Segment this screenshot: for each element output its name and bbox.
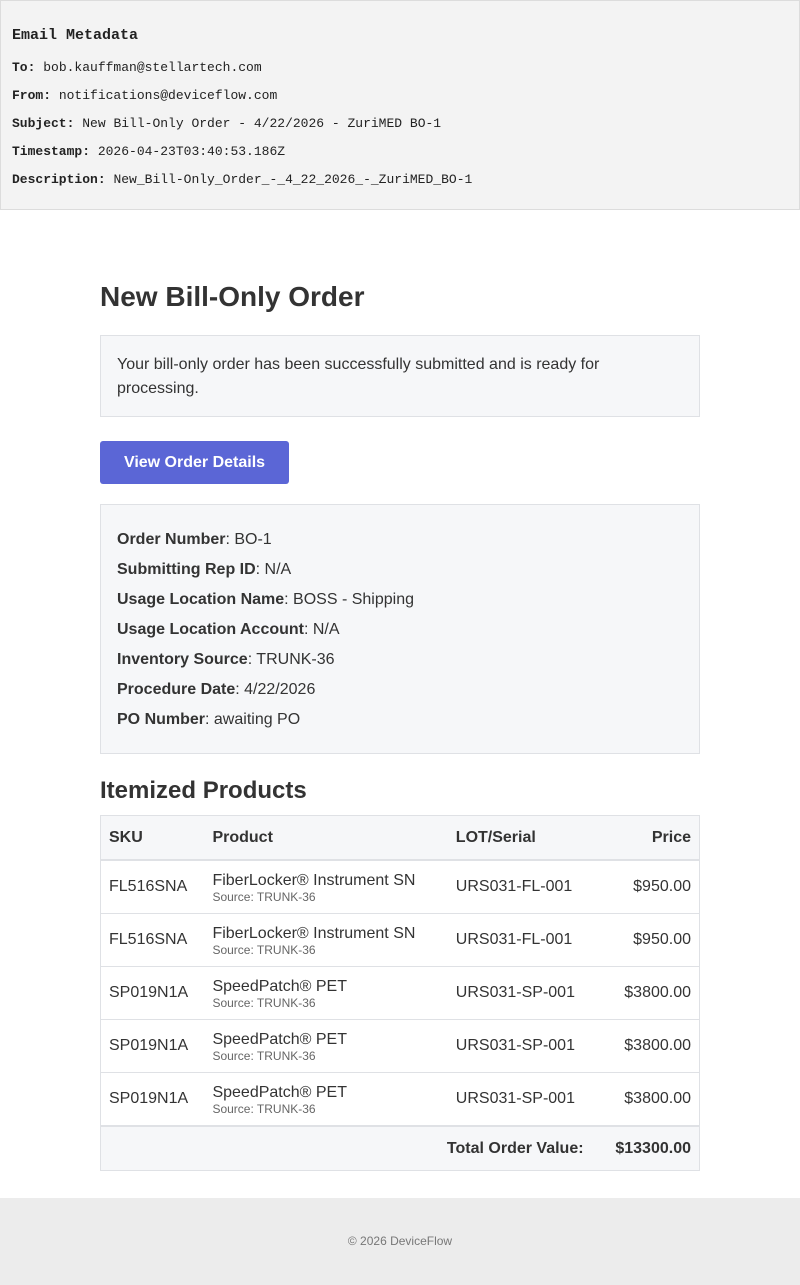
product-name: SpeedPatch® PET (212, 977, 347, 995)
metadata-timestamp: Timestamp: 2026-04-23T03:40:53.186Z (12, 144, 285, 159)
products-table: SKU Product LOT/Serial Price FL516SNA Fi… (99, 815, 700, 1171)
column-header-price: Price (591, 815, 700, 861)
detail-value: : awaiting PO (205, 711, 301, 728)
table-row: FL516SNA FiberLocker® Instrument SN Sourc… (100, 860, 700, 914)
column-header-product: Product (204, 815, 448, 861)
table-row: FL516SNA FiberLocker® Instrument SN Sourc… (100, 913, 700, 967)
metadata-to: To: bob.kauffman@stellartech.com (12, 60, 262, 75)
cell-sku: SP019N1A (100, 966, 205, 1020)
metadata-from-label: From: (12, 88, 52, 103)
detail-usage-location-name: Usage Location Name: BOSS - Shipping (117, 591, 414, 609)
column-header-sku: SKU (100, 815, 205, 861)
footer-copyright: © 2026 DeviceFlow (347, 1234, 453, 1248)
order-details-panel: Order Number: BO-1 Submitting Rep ID: N/… (100, 504, 700, 754)
product-name: SpeedPatch® PET (212, 1030, 347, 1048)
product-source: Source: TRUNK-36 (212, 1048, 316, 1063)
product-name: SpeedPatch® PET (212, 1083, 347, 1101)
metadata-description-value: New_Bill-Only_Order_-_4_22_2026_-_ZuriME… (113, 172, 473, 187)
cell-product: SpeedPatch® PET Source: TRUNK-36 (204, 966, 448, 1020)
detail-po-number: PO Number: awaiting PO (117, 711, 300, 729)
column-header-lot-serial: LOT/Serial (447, 815, 592, 861)
metadata-from: From: notifications@deviceflow.com (12, 88, 277, 103)
cell-lot-serial: URS031-FL-001 (447, 860, 592, 914)
metadata-timestamp-value: 2026-04-23T03:40:53.186Z (97, 144, 286, 159)
detail-label: Procedure Date (117, 681, 236, 698)
metadata-timestamp-label: Timestamp: (12, 144, 91, 159)
detail-label: PO Number (117, 711, 206, 728)
metadata-description-label: Description: (12, 172, 106, 187)
detail-label: Usage Location Account (117, 621, 304, 638)
product-name: FiberLocker® Instrument SN (212, 924, 416, 942)
cell-product: FiberLocker® Instrument SN Source: TRUNK-… (204, 913, 448, 967)
cell-sku: FL516SNA (100, 860, 205, 914)
metadata-subject: Subject: New Bill-Only Order - 4/22/2026… (12, 116, 441, 131)
detail-value: : N/A (255, 561, 292, 578)
cell-price: $3800.00 (591, 966, 700, 1020)
cell-lot-serial: URS031-SP-001 (447, 966, 592, 1020)
cell-product: SpeedPatch® PET Source: TRUNK-36 (204, 1072, 448, 1127)
cell-price: $3800.00 (591, 1019, 700, 1073)
cell-lot-serial: URS031-SP-001 (447, 1072, 592, 1127)
detail-value: : TRUNK-36 (247, 651, 335, 668)
cell-price: $950.00 (591, 860, 700, 914)
table-header-row: SKU Product LOT/Serial Price (100, 815, 700, 861)
detail-label: Inventory Source (117, 651, 248, 668)
detail-label: Order Number (117, 531, 226, 548)
detail-order-number: Order Number: BO-1 (117, 531, 272, 549)
detail-inventory-source: Inventory Source: TRUNK-36 (117, 651, 335, 669)
product-source: Source: TRUNK-36 (212, 1101, 316, 1116)
table-row: SP019N1A SpeedPatch® PET Source: TRUNK-36… (100, 1072, 700, 1127)
product-name: FiberLocker® Instrument SN (212, 871, 416, 889)
detail-value: : 4/22/2026 (235, 681, 316, 698)
table-total-row: Total Order Value: $13300.00 (99, 1125, 700, 1171)
metadata-to-value: bob.kauffman@stellartech.com (43, 60, 262, 75)
email-metadata-panel: Email Metadata To: bob.kauffman@stellart… (0, 0, 800, 210)
detail-procedure-date: Procedure Date: 4/22/2026 (117, 681, 315, 699)
detail-value: : BO-1 (225, 531, 272, 548)
product-source: Source: TRUNK-36 (212, 942, 316, 957)
metadata-description: Description: New_Bill-Only_Order_-_4_22_… (12, 172, 472, 187)
detail-label: Submitting Rep ID (117, 561, 256, 578)
table-row: SP019N1A SpeedPatch® PET Source: TRUNK-36… (100, 1019, 700, 1073)
total-value: $13300.00 (591, 1125, 700, 1171)
metadata-subject-value: New Bill-Only Order - 4/22/2026 - ZuriME… (82, 116, 442, 131)
detail-label: Usage Location Name (117, 591, 285, 608)
cell-price: $3800.00 (591, 1072, 700, 1127)
cell-sku: FL516SNA (100, 913, 205, 967)
cell-price: $950.00 (591, 913, 700, 967)
detail-value: : BOSS - Shipping (284, 591, 414, 608)
cell-sku: SP019N1A (100, 1072, 205, 1127)
products-heading: Itemized Products (100, 777, 307, 804)
detail-submitting-rep-id: Submitting Rep ID: N/A (117, 561, 291, 579)
metadata-title: Email Metadata (12, 27, 139, 44)
product-source: Source: TRUNK-36 (212, 995, 316, 1010)
product-source: Source: TRUNK-36 (212, 889, 316, 904)
table-row: SP019N1A SpeedPatch® PET Source: TRUNK-36… (100, 966, 700, 1020)
page-title: New Bill-Only Order (100, 281, 365, 312)
cell-sku: SP019N1A (100, 1019, 205, 1073)
view-order-details-button[interactable]: View Order Details (100, 441, 289, 484)
total-label: Total Order Value: (99, 1125, 592, 1171)
cell-product: FiberLocker® Instrument SN Source: TRUNK-… (204, 860, 448, 914)
detail-usage-location-account: Usage Location Account: N/A (117, 621, 340, 639)
detail-value: : N/A (303, 621, 340, 638)
email-footer: © 2026 DeviceFlow (0, 1198, 800, 1285)
metadata-to-label: To: (12, 60, 36, 75)
cell-lot-serial: URS031-FL-001 (447, 913, 592, 967)
success-notice: Your bill-only order has been successful… (100, 335, 700, 417)
notice-text: Your bill-only order has been successful… (117, 356, 600, 397)
cell-product: SpeedPatch® PET Source: TRUNK-36 (204, 1019, 448, 1073)
metadata-subject-label: Subject: (12, 116, 75, 131)
metadata-from-value: notifications@deviceflow.com (58, 88, 278, 103)
cell-lot-serial: URS031-SP-001 (447, 1019, 592, 1073)
